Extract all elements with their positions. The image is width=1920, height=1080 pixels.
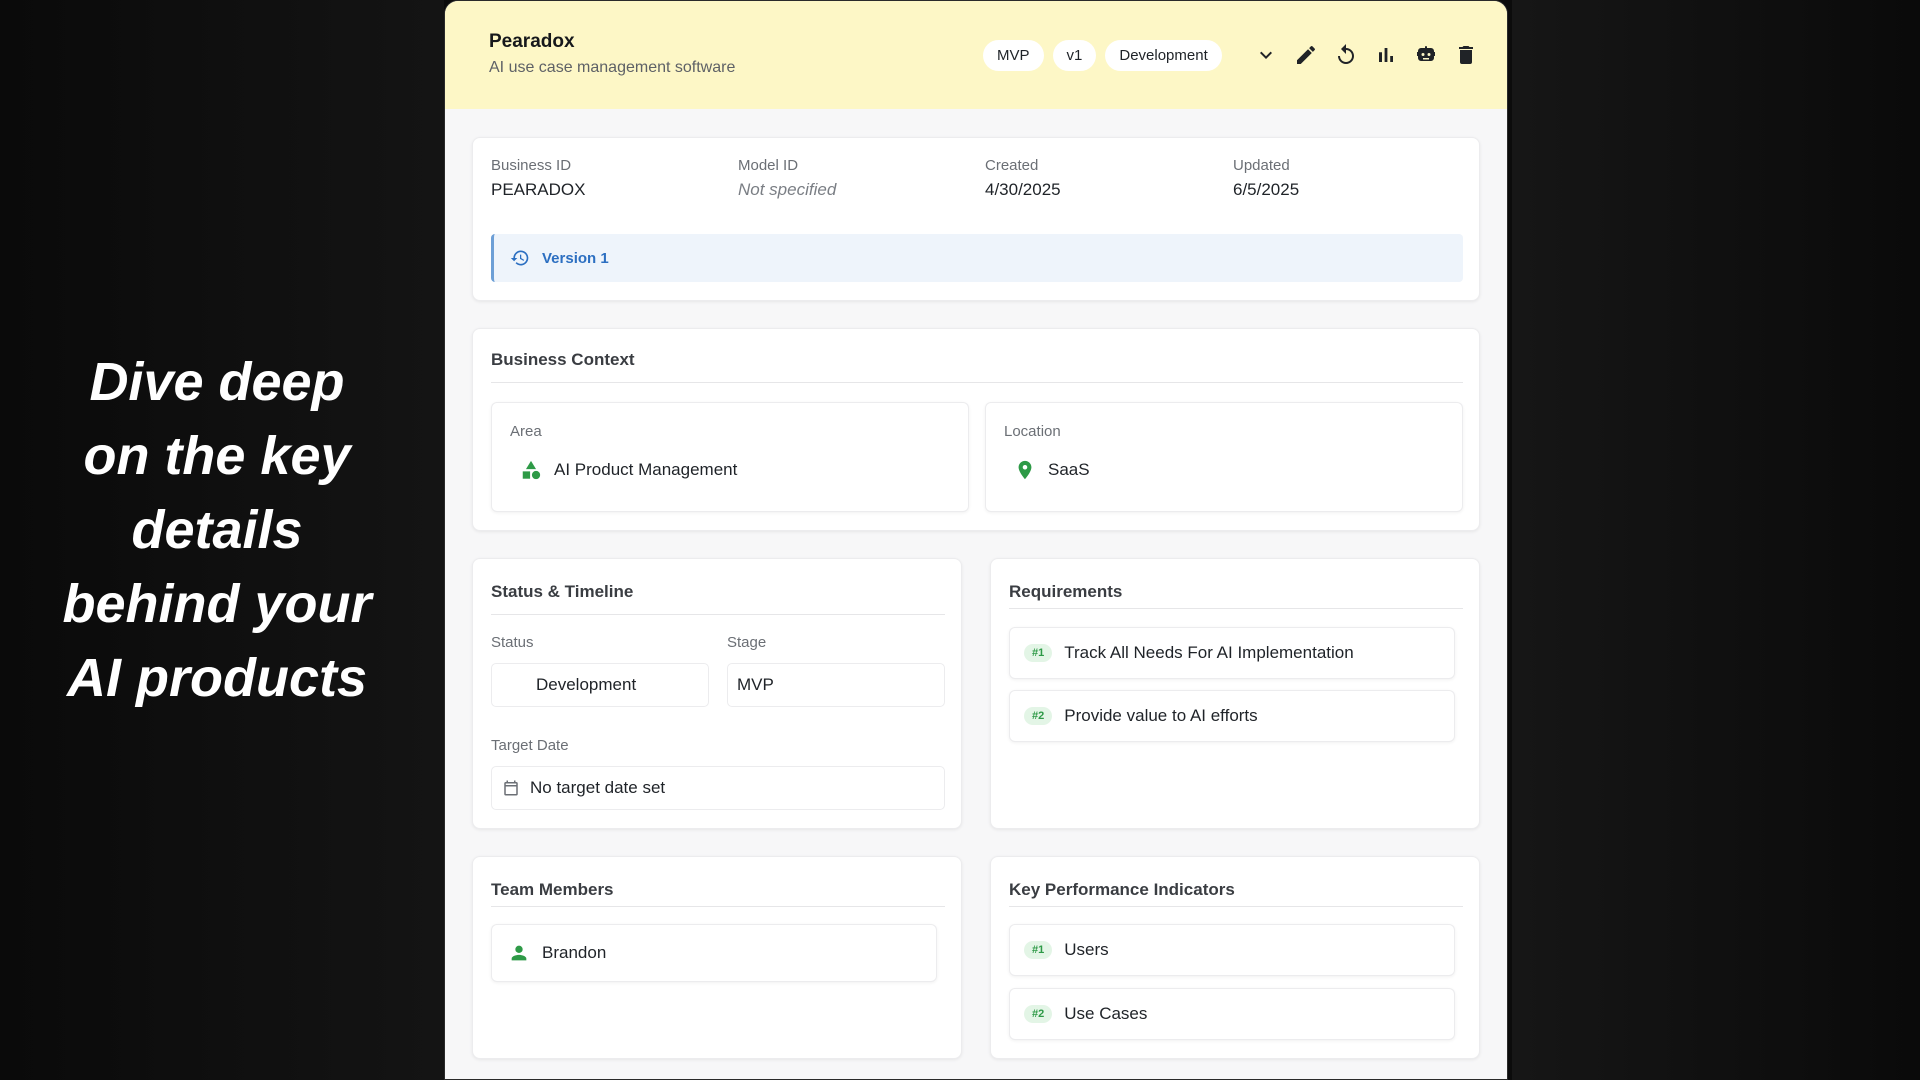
section-title: Requirements — [1009, 582, 1123, 601]
updated-label: Updated — [1233, 157, 1290, 174]
left-panel: Dive deep on the key details behind your… — [0, 0, 444, 1080]
chevron-down-icon[interactable] — [1252, 41, 1279, 68]
section-title: Team Members — [491, 880, 614, 899]
refresh-icon[interactable] — [1332, 41, 1359, 68]
member-name: Brandon — [542, 943, 607, 962]
created-value: 4/30/2025 — [985, 180, 1061, 199]
team-member-item[interactable]: Brandon — [491, 924, 937, 982]
tagline-line: AI products — [66, 648, 367, 708]
created-label: Created — [985, 157, 1039, 174]
status-field[interactable]: Development — [491, 663, 709, 707]
stage-field[interactable]: MVP — [727, 663, 945, 707]
edit-icon[interactable] — [1292, 41, 1319, 68]
status-timeline-card: Status & Timeline Status Stage Developme… — [472, 558, 962, 829]
person-icon — [511, 945, 527, 961]
version-label: Version 1 — [542, 249, 609, 267]
location-value: SaaS — [1048, 460, 1090, 479]
right-panel — [1512, 0, 1920, 1080]
list-item[interactable]: #1 Users — [1009, 924, 1455, 976]
category-icon — [522, 460, 541, 480]
status-chip[interactable]: Development — [1105, 40, 1222, 71]
rank-badge: #1 — [1024, 941, 1053, 959]
list-item[interactable]: #1 Track All Needs For AI Implementation — [1009, 627, 1455, 679]
section-title: Business Context — [491, 350, 635, 369]
business-id-label: Business ID — [491, 157, 572, 174]
section-title: Key Performance Indicators — [1009, 880, 1235, 899]
list-item[interactable]: #2 Use Cases — [1009, 988, 1455, 1040]
area-box: Area AI Product Management — [491, 402, 969, 512]
divider — [1009, 608, 1463, 609]
status-value: Development — [536, 675, 637, 694]
status-label: Status — [491, 634, 534, 651]
stage-value: MVP — [737, 675, 774, 694]
robot-icon[interactable] — [1412, 41, 1439, 68]
rank-badge: #1 — [1024, 644, 1053, 662]
target-date-value: No target date set — [530, 778, 666, 797]
divider — [491, 614, 945, 615]
tagline-line: details — [131, 500, 303, 560]
area-label: Area — [510, 423, 542, 440]
model-id-label: Model ID — [738, 157, 799, 174]
header-chips: MVP v1 Development — [983, 40, 1222, 71]
target-date-label: Target Date — [491, 737, 569, 754]
divider — [491, 906, 945, 907]
divider — [491, 382, 1463, 383]
team-members-card: Team Members Brandon — [472, 856, 962, 1059]
business-id-value: PEARADOX — [491, 180, 586, 199]
history-icon — [510, 250, 529, 266]
updated-value: 6/5/2025 — [1233, 180, 1300, 199]
page-subtitle: AI use case management software — [489, 59, 736, 76]
location-pin-icon — [1018, 460, 1032, 480]
version-chip[interactable]: v1 — [1052, 40, 1097, 71]
model-id-value: Not specified — [738, 180, 837, 199]
app-window: Pearadox AI use case management software… — [444, 0, 1508, 1080]
header-actions — [1252, 41, 1479, 68]
kpi-text: Users — [1064, 940, 1109, 959]
location-label: Location — [1004, 423, 1061, 440]
kpi-card: Key Performance Indicators #1 Users #2 U… — [990, 856, 1480, 1059]
kpi-text: Use Cases — [1064, 1004, 1148, 1023]
stage-label: Stage — [727, 634, 767, 651]
page-title: Pearadox — [489, 31, 575, 52]
tagline-line: on the key — [83, 426, 351, 486]
bar-chart-icon[interactable] — [1372, 41, 1399, 68]
calendar-icon — [504, 780, 518, 796]
area-row: AI Product Management — [520, 459, 737, 481]
stage-chip[interactable]: MVP — [983, 40, 1044, 71]
business-context-card: Business Context Area AI Product Managem… — [472, 328, 1480, 531]
requirement-text: Track All Needs For AI Implementation — [1064, 643, 1354, 662]
location-row: SaaS — [1014, 459, 1090, 481]
location-box: Location SaaS — [985, 402, 1463, 512]
meta-card: Business ID PEARADOX Model ID Not specif… — [472, 137, 1480, 301]
tagline: Dive deep on the key details behind your… — [30, 345, 404, 715]
rank-badge: #2 — [1024, 707, 1053, 725]
requirement-text: Provide value to AI efforts — [1064, 706, 1258, 725]
header: Pearadox AI use case management software… — [445, 1, 1507, 109]
section-title: Status & Timeline — [491, 582, 634, 601]
divider — [1009, 906, 1463, 907]
rank-badge: #2 — [1024, 1005, 1053, 1023]
requirements-card: Requirements #1 Track All Needs For AI I… — [990, 558, 1480, 829]
tagline-line: behind your — [62, 574, 372, 634]
list-item[interactable]: #2 Provide value to AI efforts — [1009, 690, 1455, 742]
trash-icon[interactable] — [1452, 41, 1479, 68]
area-value: AI Product Management — [554, 460, 738, 479]
tagline-line: Dive deep — [89, 352, 345, 412]
target-date-field[interactable]: No target date set — [491, 766, 945, 810]
member-row: Brandon — [508, 942, 606, 964]
version-banner[interactable]: Version 1 — [491, 234, 1463, 282]
